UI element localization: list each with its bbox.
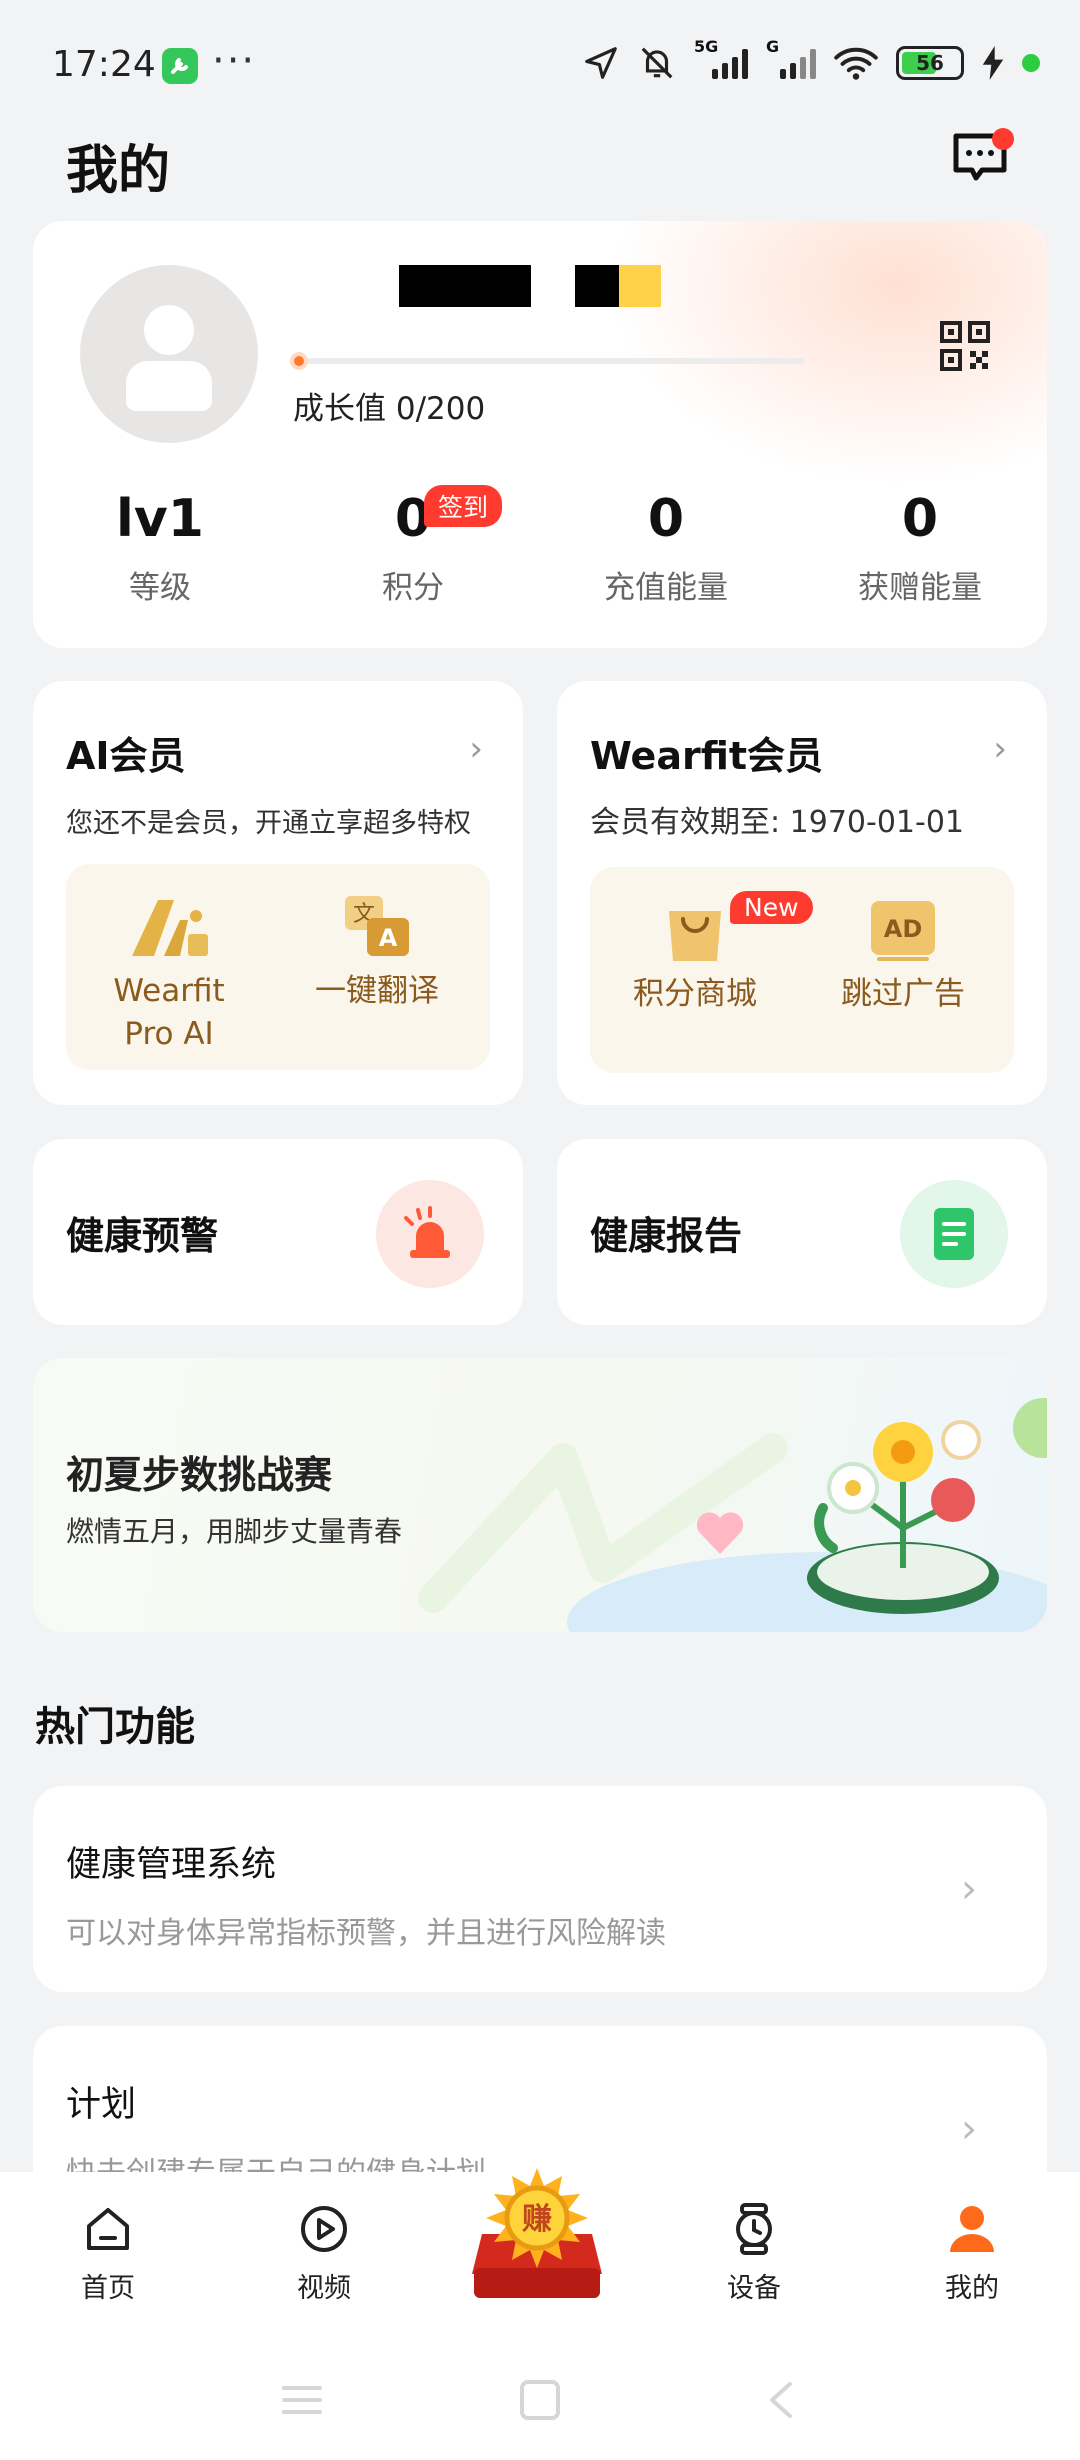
growth-progress-bar [297,358,805,364]
wearfit-member-benefits: 积分商城 New AD 跳过广告 [590,867,1014,1073]
bottom-nav: 首页 视频 赚 设备 我的 [0,2168,1080,2460]
avatar[interactable] [80,265,258,443]
hot-functions-title: 热门功能 [35,1704,195,1750]
wearfit-member-card[interactable]: Wearfit会员 › 会员有效期至: 1970-01-01 积分商城 New … [557,681,1047,1105]
home-square-icon[interactable] [518,2380,562,2420]
stat-label: 等级 [129,570,191,607]
location-arrow-icon [585,47,617,79]
wearfit-member-title: Wearfit会员 [590,734,824,778]
status-time: 17:24 [52,44,156,85]
charging-icon [982,46,1004,80]
stat-label: 积分 [382,570,444,607]
stat-value: 0 [647,489,685,549]
username-redacted [399,265,531,307]
benefit-label: 一键翻译 [315,973,439,1009]
nav-device[interactable]: 设备 [694,2202,814,2305]
stat-gift-energy[interactable]: 0 获赠能量 [820,489,1020,607]
qr-code-icon[interactable] [940,321,990,371]
step-challenge-banner[interactable]: 初夏步数挑战赛 燃情五月，用脚步丈量青春 [33,1358,1047,1632]
chevron-right-icon: › [469,729,483,769]
svg-text:A: A [379,924,398,952]
stat-label: 获赠能量 [858,570,982,607]
watch-icon [736,2203,772,2255]
username-redacted-2 [575,265,619,307]
back-icon[interactable] [760,2380,804,2420]
health-report-card[interactable]: 健康报告 [557,1139,1047,1325]
status-bar: 17:24 ··· 5G G 56 [0,0,1080,140]
flower-badge-icon [807,1420,999,1614]
stat-label: 充值能量 [604,570,728,607]
benefit-translate[interactable]: 文 A 一键翻译 [282,894,472,1013]
benefit-skip-ads[interactable]: AD 跳过广告 [808,897,998,1016]
function-health-management[interactable]: 健康管理系统 可以对身体异常指标预警，并且进行风险解读 › [33,1786,1047,1992]
bell-muted-icon [641,47,673,79]
benefit-label: 积分商城 [633,976,757,1012]
shopping-bag-icon [669,911,721,961]
stat-value: 0 [901,489,939,549]
health-report-title: 健康报告 [590,1214,743,1258]
ai-member-subtitle: 您还不是会员，开通立享超多特权 [66,808,471,839]
growth-label: 成长值 0/200 [293,391,486,427]
chevron-right-icon: › [961,2106,977,2152]
page-title: 我的 [66,141,171,201]
benefit-label: 跳过广告 [841,976,965,1012]
wearfit-member-expiry: 会员有效期至: 1970-01-01 [590,805,964,840]
net-type-label: 5G [694,37,719,56]
nav-label: 首页 [81,2273,135,2304]
challenge-title: 初夏步数挑战赛 [66,1453,333,1497]
unread-dot [992,128,1014,150]
chevron-right-icon: › [961,1866,977,1912]
privacy-indicator-dot [1022,54,1040,72]
nav-label: 设备 [727,2273,781,2304]
benefit-label: Wearfit Pro AI [113,973,225,1052]
health-warning-card[interactable]: 健康预警 [33,1139,523,1325]
new-badge: New [730,891,813,924]
function-title: 健康管理系统 [66,1845,277,1885]
health-warning-title: 健康预警 [66,1214,219,1258]
heart-icon [696,1512,744,1554]
chevron-right-icon: › [993,729,1007,769]
signal-5g-icon: 5G [694,37,748,79]
home-icon [87,2208,129,2250]
challenge-subtitle: 燃情五月，用脚步丈量青春 [66,1515,403,1548]
signin-badge[interactable]: 签到 [424,485,503,527]
ad-icon-text: AD [884,915,923,943]
more-notifications-icon: ··· [212,38,257,84]
stat-value: lv1 [116,489,204,549]
stat-level[interactable]: lv1 等级 [60,489,260,607]
ai-member-title: AI会员 [66,734,186,778]
function-title: 计划 [66,2085,137,2125]
ai-member-benefits: Wearfit Pro AI 文 A 一键翻译 [66,864,490,1070]
ai-member-card[interactable]: AI会员 › 您还不是会员，开通立享超多特权 Wearfit Pro AI 文 … [33,681,523,1105]
translate-icon: 文 A [345,896,409,956]
nav-video[interactable]: 视频 [264,2202,384,2305]
profile-card: 成长值 0/200 lv1 等级 0 积分 签到 0 充值能量 0 获赠能量 [33,221,1047,648]
earn-coin-icon: 赚 [472,2168,602,2298]
earn-coin-text: 赚 [522,2202,552,2237]
growth-progress-dot [290,352,308,370]
stat-recharge-energy[interactable]: 0 充值能量 [566,489,766,607]
app-icon [162,48,198,84]
wearfit-ai-logo-icon [132,900,208,956]
wifi-icon [834,47,878,80]
signal-icon: G [766,37,816,79]
benefit-wearfit-pro-ai[interactable]: Wearfit Pro AI [74,894,264,1056]
nav-label: 我的 [945,2273,999,2304]
person-icon [950,2206,994,2252]
menu-icon[interactable] [280,2380,324,2420]
net-type-label-2: G [766,37,780,56]
decor-leaf [1013,1398,1047,1458]
battery-level: 56 [916,51,944,75]
nav-label: 视频 [297,2273,351,2304]
username-redacted-3 [619,265,661,307]
nav-home[interactable]: 首页 [48,2202,168,2305]
earn-coin-button[interactable]: 赚 [462,2164,612,2314]
battery-icon: 56 [896,46,964,80]
ad-icon: AD [871,901,935,961]
function-desc: 可以对身体异常指标预警，并且进行风险解读 [66,1916,666,1951]
nav-mine[interactable]: 我的 [912,2202,1032,2305]
alarm-light-icon [376,1180,484,1288]
play-circle-icon [301,2206,347,2252]
report-doc-icon [900,1180,1008,1288]
